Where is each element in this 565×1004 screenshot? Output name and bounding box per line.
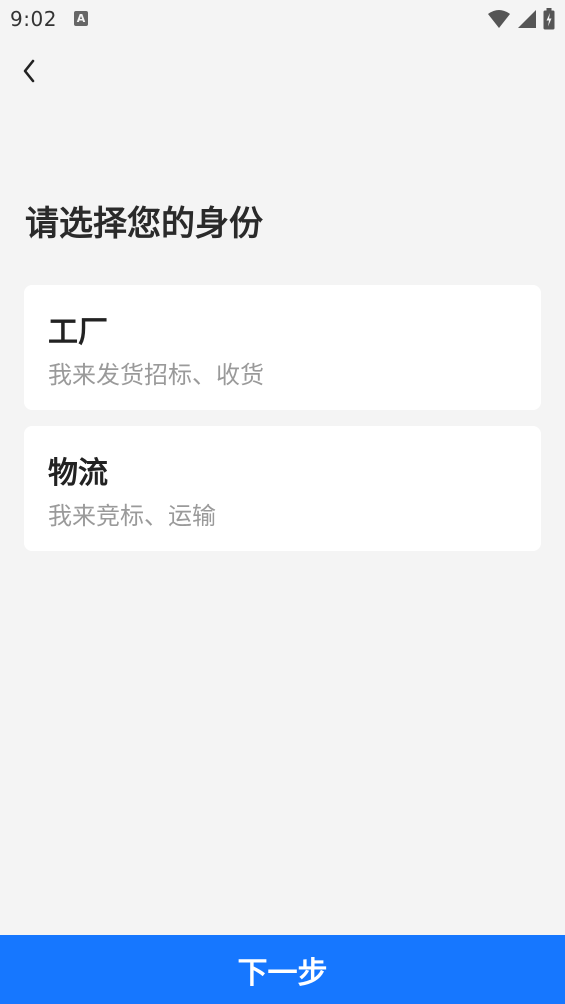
signal-icon <box>518 10 536 28</box>
notification-icon: A <box>74 11 88 26</box>
chevron-left-icon <box>23 59 35 83</box>
next-step-button[interactable]: 下一步 <box>0 935 565 1004</box>
role-description: 我来发货招标、收货 <box>48 361 264 389</box>
back-button[interactable] <box>12 54 46 88</box>
wifi-icon <box>488 10 510 28</box>
role-card-factory[interactable]: 工厂 我来发货招标、收货 <box>24 285 541 410</box>
page-title: 请选择您的身份 <box>25 204 263 244</box>
role-title: 物流 <box>48 456 108 491</box>
status-bar: 9:02 A <box>0 0 565 38</box>
status-icons <box>487 8 555 30</box>
role-card-logistics[interactable]: 物流 我来竞标、运输 <box>24 426 541 551</box>
role-description: 我来竞标、运输 <box>48 502 216 530</box>
status-time: 9:02 <box>10 7 57 31</box>
role-title: 工厂 <box>48 315 108 350</box>
battery-charging-icon <box>543 8 555 30</box>
